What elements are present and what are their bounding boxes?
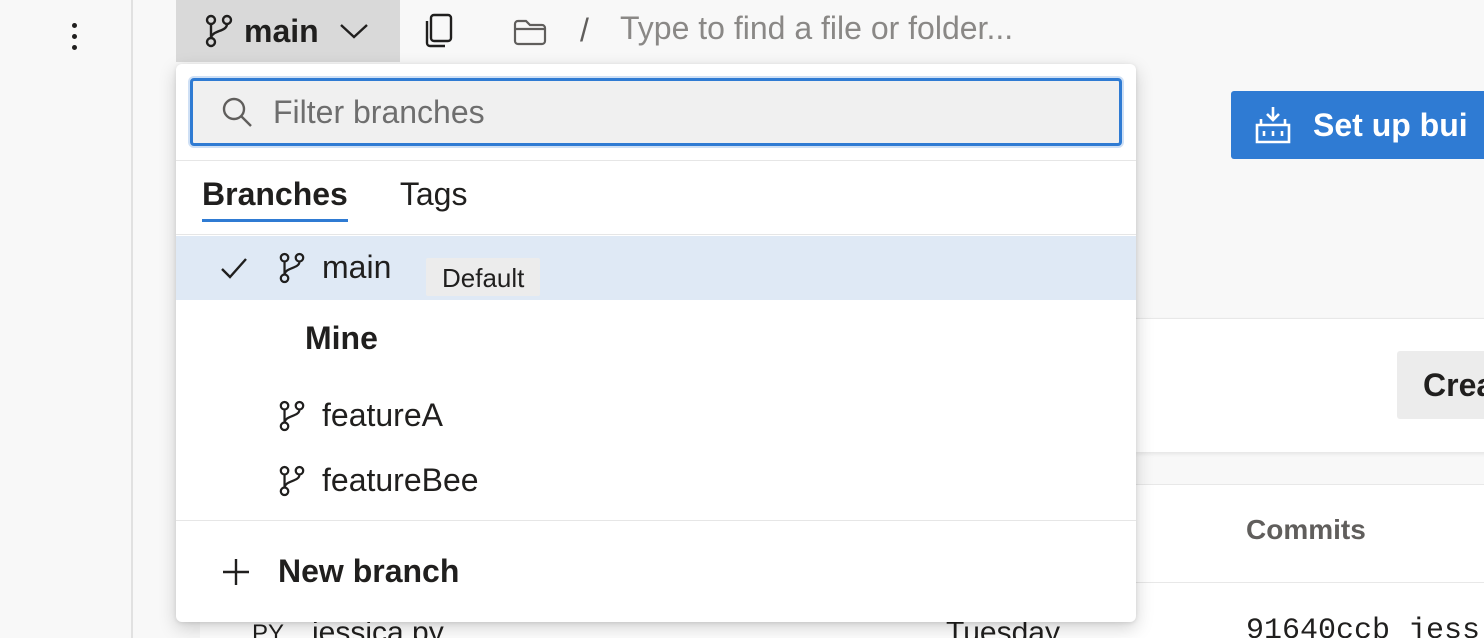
default-badge: Default [426,258,541,296]
setup-build-button[interactable]: Set up bui [1231,91,1484,159]
file-type-icon: PY [252,620,285,638]
more-options-icon[interactable] [58,18,90,54]
group-header-mine: Mine [305,320,378,356]
branch-icon [279,465,305,497]
new-branch-label: New branch [278,553,460,589]
file-commit-link[interactable]: 91640ccb jess [1246,614,1480,638]
create-button[interactable]: Crea [1397,351,1484,419]
branch-icon [205,14,233,48]
filter-branches-input[interactable] [273,93,1053,131]
copy-icon[interactable] [422,12,456,48]
branch-selector-button[interactable]: main [176,0,400,62]
branch-tabs: Branches Tags [202,176,467,222]
filter-branches-box [190,78,1122,146]
setup-build-label: Set up bui [1313,106,1468,143]
table-divider [1136,582,1484,583]
new-branch-button[interactable]: New branch [176,540,1136,608]
page: main / Type to find a file or folder... … [0,0,1484,638]
search-icon [222,97,252,127]
left-panel [0,0,133,638]
tab-tags[interactable]: Tags [400,176,468,222]
commits-column-header: Commits [1246,514,1366,545]
path-search-input[interactable]: Type to find a file or folder... [620,10,1013,47]
path-separator: / [580,12,589,48]
folder-icon[interactable] [512,16,548,48]
divider [176,234,1136,235]
branch-name: main [322,249,392,285]
branch-dropdown: Branches Tags main Default Mine featureA [176,64,1136,622]
plus-icon [223,559,249,585]
branch-name: featureBee [322,462,479,498]
branch-item-featurea[interactable]: featureA [176,384,1136,448]
checkmark-icon [221,258,247,279]
tab-branches[interactable]: Branches [202,176,348,222]
chevron-down-icon [339,24,368,39]
divider [176,160,1136,161]
branch-item-featurebee[interactable]: featureBee [176,449,1136,513]
branch-icon [279,400,305,432]
branch-name: featureA [322,397,443,433]
branch-item-main[interactable]: main Default [176,236,1136,300]
divider [176,520,1136,521]
branch-selector-label: main [244,12,319,49]
build-icon [1255,107,1291,144]
branch-icon [279,252,305,284]
